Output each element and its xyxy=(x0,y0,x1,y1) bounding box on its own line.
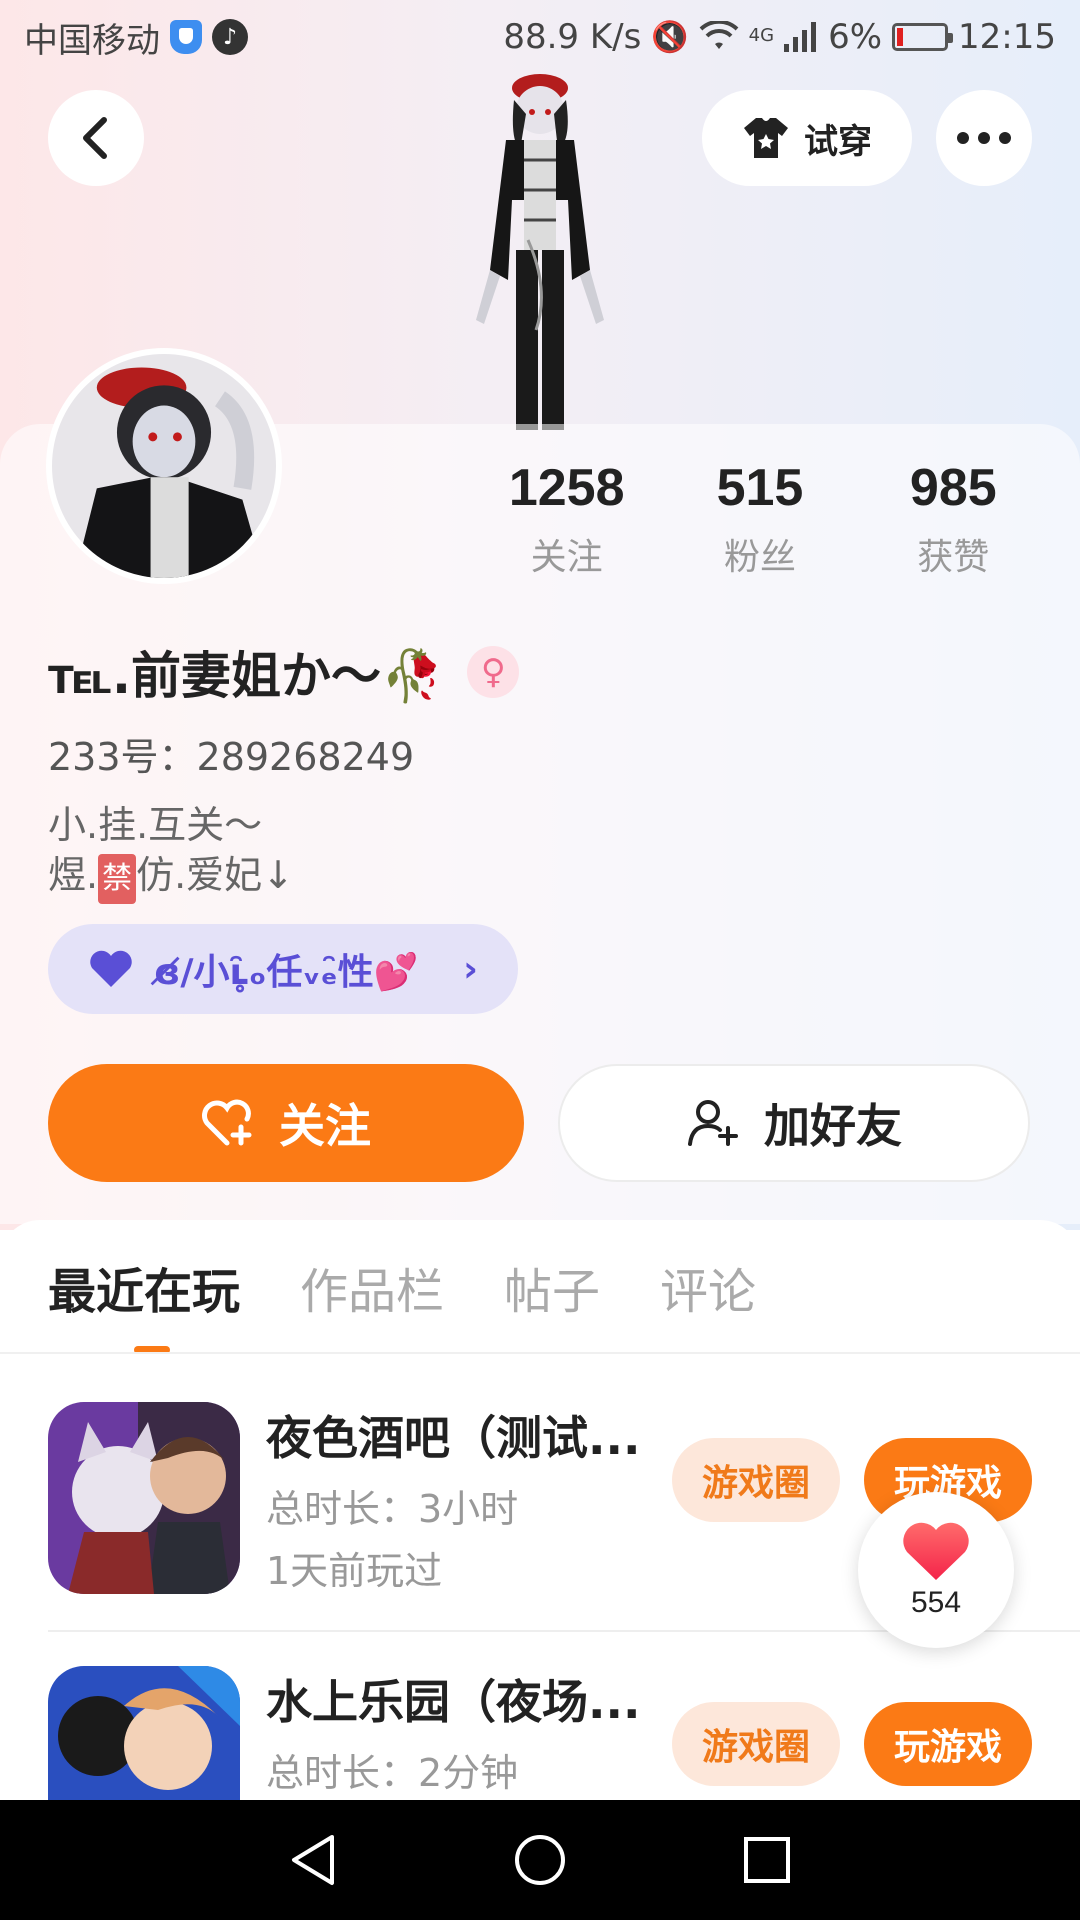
avatar-character-figure[interactable] xyxy=(440,70,640,430)
stat-value: 515 xyxy=(716,459,804,517)
game-title: 夜色酒吧（测试... xyxy=(266,1411,641,1465)
shield-icon xyxy=(170,20,202,54)
tabs-divider xyxy=(0,1352,1080,1354)
carrier-label: 中国移动 xyxy=(24,20,160,61)
more-dots-icon xyxy=(957,132,1011,144)
game-last-played: 1天前玩过 xyxy=(266,1549,443,1593)
chevron-left-icon xyxy=(83,117,107,159)
username: ℡.前妻姐か～🥀 xyxy=(48,647,444,705)
personal-tag-label: ɞ̸/小ʟ̥̑ₒ任ᵥₑ̑性💕 xyxy=(154,952,419,993)
stat-followers[interactable]: 515 粉丝 xyxy=(670,458,850,580)
game-circle-button[interactable]: 游戏圈 xyxy=(672,1438,840,1522)
game-circle-button[interactable]: 游戏圈 xyxy=(672,1702,840,1786)
tab-works[interactable]: 作品栏 xyxy=(300,1252,444,1322)
like-count: 554 xyxy=(910,1586,962,1619)
game-duration: 总时长：3小时 xyxy=(266,1487,519,1531)
shirt-icon xyxy=(744,118,788,158)
bio-line-2-suffix: 仿.爱妃↓ xyxy=(136,853,295,897)
system-nav-bar xyxy=(0,1800,1080,1920)
tab-posts[interactable]: 帖子 xyxy=(504,1252,600,1322)
avatar[interactable] xyxy=(46,348,282,584)
play-game-button[interactable]: 玩游戏 xyxy=(864,1702,1032,1786)
mute-icon: 🔇 xyxy=(651,19,689,55)
stat-label: 粉丝 xyxy=(723,537,796,578)
avatar-image xyxy=(52,354,276,578)
add-friend-label: 加好友 xyxy=(764,1099,902,1153)
personal-tag-chip[interactable]: ɞ̸/小ʟ̥̑ₒ任ᵥₑ̑性💕 › xyxy=(48,924,518,1014)
nav-home-button[interactable] xyxy=(500,1820,580,1900)
nav-recents-button[interactable] xyxy=(727,1820,807,1900)
network-type: 4G xyxy=(748,25,775,46)
circle-home-icon xyxy=(514,1835,565,1885)
status-bar: 中国移动 ♪ 88.9 K/s 🔇 4G 6% 12:15 xyxy=(0,0,1080,74)
heart-plus-icon xyxy=(202,1099,252,1146)
more-button[interactable] xyxy=(936,90,1032,186)
nav-back-button[interactable] xyxy=(273,1820,353,1900)
stat-likes[interactable]: 985 获赞 xyxy=(863,458,1043,580)
try-on-button[interactable]: 试穿 xyxy=(702,90,912,186)
battery-icon xyxy=(892,23,954,51)
game-icon-night-bar xyxy=(48,1402,240,1594)
battery-percent: 6% xyxy=(828,17,883,57)
network-speed: 88.9 K/s xyxy=(503,17,642,57)
follow-label: 关注 xyxy=(279,1099,371,1153)
stat-value: 1258 xyxy=(508,459,625,517)
stat-label: 获赞 xyxy=(917,537,990,578)
profile-stats: 1258 关注 515 粉丝 985 获赞 xyxy=(470,458,1050,580)
try-on-label: 试穿 xyxy=(804,121,872,162)
user-id[interactable]: 233号：289268249 xyxy=(48,726,414,781)
back-button[interactable] xyxy=(48,90,144,186)
bio-line-2: 煜. 禁仿.爱妃↓ xyxy=(48,850,294,904)
heart-icon xyxy=(90,950,132,987)
female-icon: ♀ xyxy=(467,646,520,698)
stat-label: 关注 xyxy=(530,537,603,578)
follow-button[interactable]: 关注 xyxy=(48,1064,524,1182)
game-duration: 总时长：2分钟 xyxy=(266,1751,519,1795)
username-row: ℡.前妻姐か～🥀 ♀ xyxy=(48,636,520,708)
tiktok-icon: ♪ xyxy=(212,19,248,55)
stat-value: 985 xyxy=(909,459,997,517)
tab-recently-played[interactable]: 最近在玩 xyxy=(48,1252,240,1354)
game-title: 水上乐园（夜场... xyxy=(266,1675,641,1729)
stat-following[interactable]: 1258 关注 xyxy=(477,458,657,580)
triangle-back-icon xyxy=(292,1835,335,1885)
profile-tabs: 最近在玩 作品栏 帖子 评论 xyxy=(48,1252,756,1354)
chevron-right-icon: › xyxy=(463,948,478,990)
add-user-icon xyxy=(688,1100,738,1146)
square-recents-icon xyxy=(743,1837,790,1883)
bio: 小.挂.互关～ 煜. 禁仿.爱妃↓ xyxy=(48,800,294,904)
ban-emoji: 禁 xyxy=(98,854,137,904)
heart-icon xyxy=(903,1522,969,1580)
wifi-icon xyxy=(699,21,739,49)
bio-line-2-prefix: 煜. xyxy=(48,853,99,897)
signal-icon xyxy=(784,22,817,52)
tab-comments[interactable]: 评论 xyxy=(660,1252,756,1322)
bio-line-1: 小.挂.互关～ xyxy=(48,803,263,847)
add-friend-button[interactable]: 加好友 xyxy=(558,1064,1030,1182)
clock: 12:15 xyxy=(958,17,1056,57)
like-bubble[interactable]: 554 xyxy=(858,1492,1014,1648)
